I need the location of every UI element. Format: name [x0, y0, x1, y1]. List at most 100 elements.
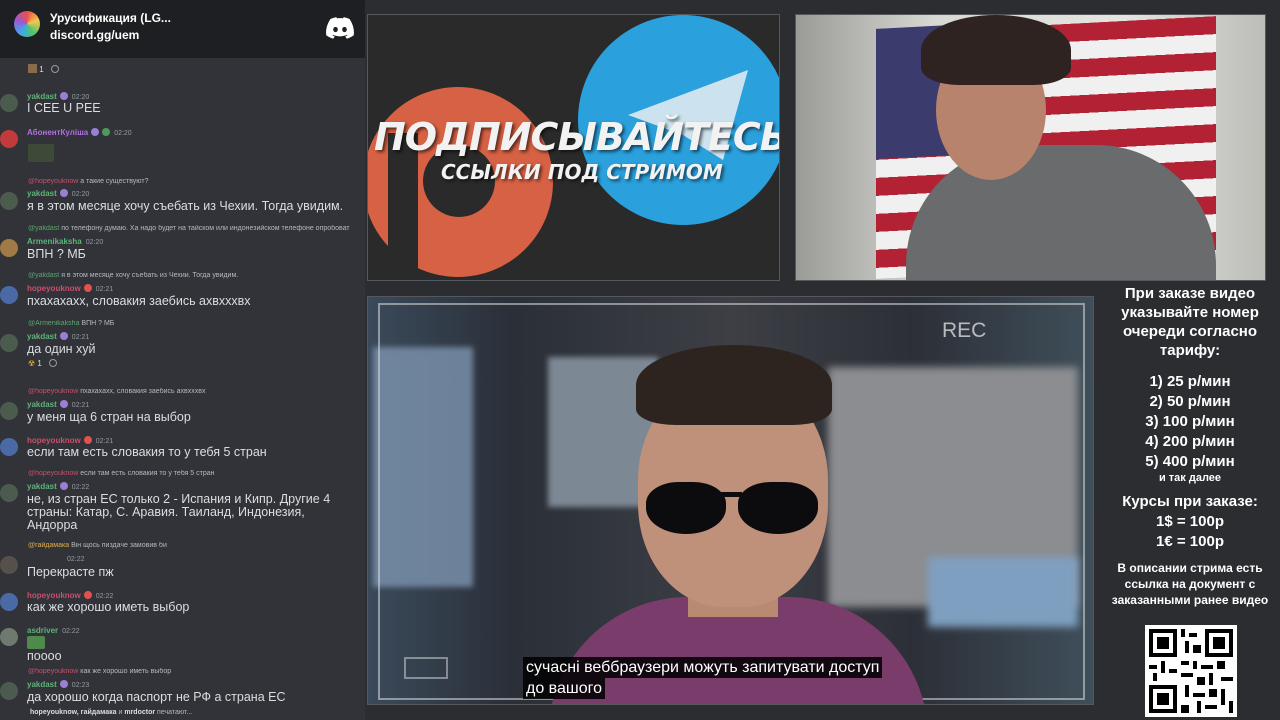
- tariff-etc: и так далее: [1158, 472, 1222, 484]
- avatar[interactable]: [0, 628, 18, 646]
- discord-chat-panel: Урусификация (LG... discord.gg/uem 1 yak…: [0, 0, 365, 720]
- reaction-chip[interactable]: ☢ 1: [28, 359, 58, 368]
- message-text: я в этом месяце хочу съебать из Чехии. Т…: [27, 199, 344, 213]
- reply-reference[interactable]: @yakdast я в этом месяце хочу съебать из…: [28, 272, 365, 279]
- role-badge-icon: [59, 482, 68, 490]
- message-text: если там есть словакия то у тебя 5 стран: [27, 445, 267, 459]
- discord-logo-icon: [326, 17, 354, 39]
- tariff-item: 3) 100 р/мин: [1145, 413, 1235, 430]
- rate-item: 1€ = 100р: [1156, 533, 1224, 550]
- presenter-hair: [636, 345, 832, 425]
- sunglasses-bridge: [720, 492, 742, 497]
- message-text: пoooo: [27, 649, 62, 663]
- role-badge-icon: [59, 680, 68, 688]
- message-text: не, из стран ЕС только 2 - Испания и Кип…: [27, 492, 331, 532]
- add-reaction-icon[interactable]: [49, 359, 58, 367]
- avatar[interactable]: [0, 130, 18, 148]
- avatar[interactable]: [0, 402, 18, 420]
- reaction-chip[interactable]: 1: [28, 64, 59, 74]
- sunglasses-icon: [646, 482, 726, 534]
- message-author[interactable]: hopeyouknow 02:21: [27, 436, 113, 445]
- avatar[interactable]: [0, 438, 18, 456]
- message-author[interactable]: yakdast 02:23: [27, 680, 89, 689]
- typing-indicator: hopeyouknow, гайдамака и mrdoctor печата…: [30, 709, 193, 716]
- message-author[interactable]: hopeyouknow 02:22: [27, 591, 113, 600]
- message-author[interactable]: yakdast 02:20: [27, 92, 89, 101]
- avatar[interactable]: [0, 94, 18, 112]
- webcam-feed: [795, 14, 1266, 281]
- sunglasses-icon: [738, 482, 818, 534]
- tariff-item: 2) 50 р/мин: [1149, 393, 1231, 410]
- message-author[interactable]: Armenikaksha 02:20: [27, 237, 103, 246]
- role-badge-icon: [59, 189, 68, 197]
- message-text: Перекрасте пж: [27, 565, 114, 579]
- reply-reference[interactable]: @hopeyouknow как же хорошо иметь выбор: [28, 668, 365, 675]
- role-badge-icon: [102, 128, 111, 136]
- server-name: Урусификация (LG...: [50, 11, 171, 25]
- message-author[interactable]: АбонентКуліша 02:20: [27, 128, 132, 137]
- add-reaction-icon[interactable]: [50, 65, 59, 73]
- tariff-list: 1) 25 р/мин 2) 50 р/мин 3) 100 р/мин 4) …: [1100, 372, 1280, 484]
- role-badge-icon: [83, 591, 92, 599]
- rate-item: 1$ = 100р: [1156, 513, 1224, 530]
- rec-label: REC: [942, 319, 987, 342]
- subtitle-line: сучасні веббраузери можуть запитувати до…: [523, 657, 883, 678]
- role-badge-icon: [83, 436, 92, 444]
- order-info-panel: При заказе видео указывайте номер очеред…: [1100, 284, 1280, 608]
- reply-reference[interactable]: @hopeyouknow а такие существуют?: [28, 178, 365, 185]
- message-text: да один хуй: [27, 342, 96, 356]
- message-author[interactable]: yakdast 02:20: [27, 189, 89, 198]
- avatar[interactable]: [0, 334, 18, 352]
- reply-reference[interactable]: @гайдамака Вiн щось пиздаче замовив би: [28, 542, 365, 549]
- message-author[interactable]: yakdast 02:21: [27, 332, 89, 341]
- server-invite-link[interactable]: discord.gg/uem: [50, 28, 139, 42]
- emoji-icon: [28, 64, 37, 73]
- message-text: как же хорошо иметь выбор: [27, 600, 190, 614]
- message-author[interactable]: asdriver 02:22: [27, 626, 80, 635]
- avatar[interactable]: [0, 593, 18, 611]
- message-list[interactable]: 1 yakdast 02:20 I CEE U PEE АбонентКуліша…: [0, 58, 365, 710]
- role-badge-icon: [83, 284, 92, 292]
- main-video-player[interactable]: REC сучасні веббраузери можуть запитуват…: [367, 296, 1094, 705]
- avatar[interactable]: [0, 286, 18, 304]
- emoji-icon: ☢: [28, 359, 36, 368]
- message-author[interactable]: 02:22: [27, 554, 85, 563]
- message-text: да хорошо когда паспорт не РФ а страна Е…: [27, 690, 286, 704]
- avatar[interactable]: [0, 484, 18, 502]
- description-note: В описании стрима есть ссылка на докумен…: [1111, 561, 1269, 607]
- avatar[interactable]: [0, 192, 18, 210]
- role-badge-icon: [91, 128, 100, 136]
- promo-title: ПОДПИСЫВАЙТЕСЬ: [374, 115, 780, 159]
- reaction-count: 1: [37, 359, 42, 368]
- message-author[interactable]: yakdast 02:22: [27, 482, 89, 491]
- avatar[interactable]: [0, 556, 18, 574]
- message-text: пхахахахх, словакия заебись ахвхххвх: [27, 294, 251, 308]
- avatar[interactable]: [0, 239, 18, 257]
- tariff-item: 1) 25 р/мин: [1149, 373, 1231, 390]
- tariff-item: 4) 200 р/мин: [1145, 433, 1235, 450]
- reply-reference[interactable]: @hopeyouknow пхахахахх, словакия заебись…: [28, 388, 365, 395]
- message-text: I CEE U PEE: [27, 101, 101, 115]
- subscribe-promo-panel: ПОДПИСЫВАЙТЕСЬ ССЫЛКИ ПОД СТРИМОМ: [367, 14, 780, 281]
- role-badge-icon: [59, 332, 68, 340]
- message-text: ВПН ? МБ: [27, 247, 86, 261]
- reaction-count: 1: [39, 65, 44, 74]
- reply-reference[interactable]: @Armenikaksha ВПН ? МБ: [28, 320, 365, 327]
- tariff-item: 5) 400 р/мин: [1145, 453, 1235, 470]
- server-icon: [14, 11, 40, 37]
- promo-subtitle: ССЫЛКИ ПОД СТРИМОМ: [441, 160, 723, 184]
- message-text: у меня ща 6 стран на выбор: [27, 410, 191, 424]
- reply-reference[interactable]: @hopeyouknow если там есть словакия то у…: [28, 470, 365, 477]
- rates-heading: Курсы при заказе:: [1122, 493, 1258, 510]
- streamer-hair: [921, 15, 1071, 85]
- avatar[interactable]: [0, 682, 18, 700]
- role-badge-icon: [59, 92, 68, 100]
- discord-server-header[interactable]: Урусификация (LG... discord.gg/uem: [0, 0, 365, 58]
- qr-code-icon[interactable]: [1145, 625, 1237, 717]
- battery-icon: [404, 657, 448, 679]
- reply-reference[interactable]: @yakdast по телефону думаю. Ха надо буде…: [28, 225, 365, 232]
- message-author[interactable]: hopeyouknow 02:21: [27, 284, 113, 293]
- message-author[interactable]: yakdast 02:21: [27, 400, 89, 409]
- role-badge-icon: [59, 400, 68, 408]
- sticker-image[interactable]: [28, 144, 54, 162]
